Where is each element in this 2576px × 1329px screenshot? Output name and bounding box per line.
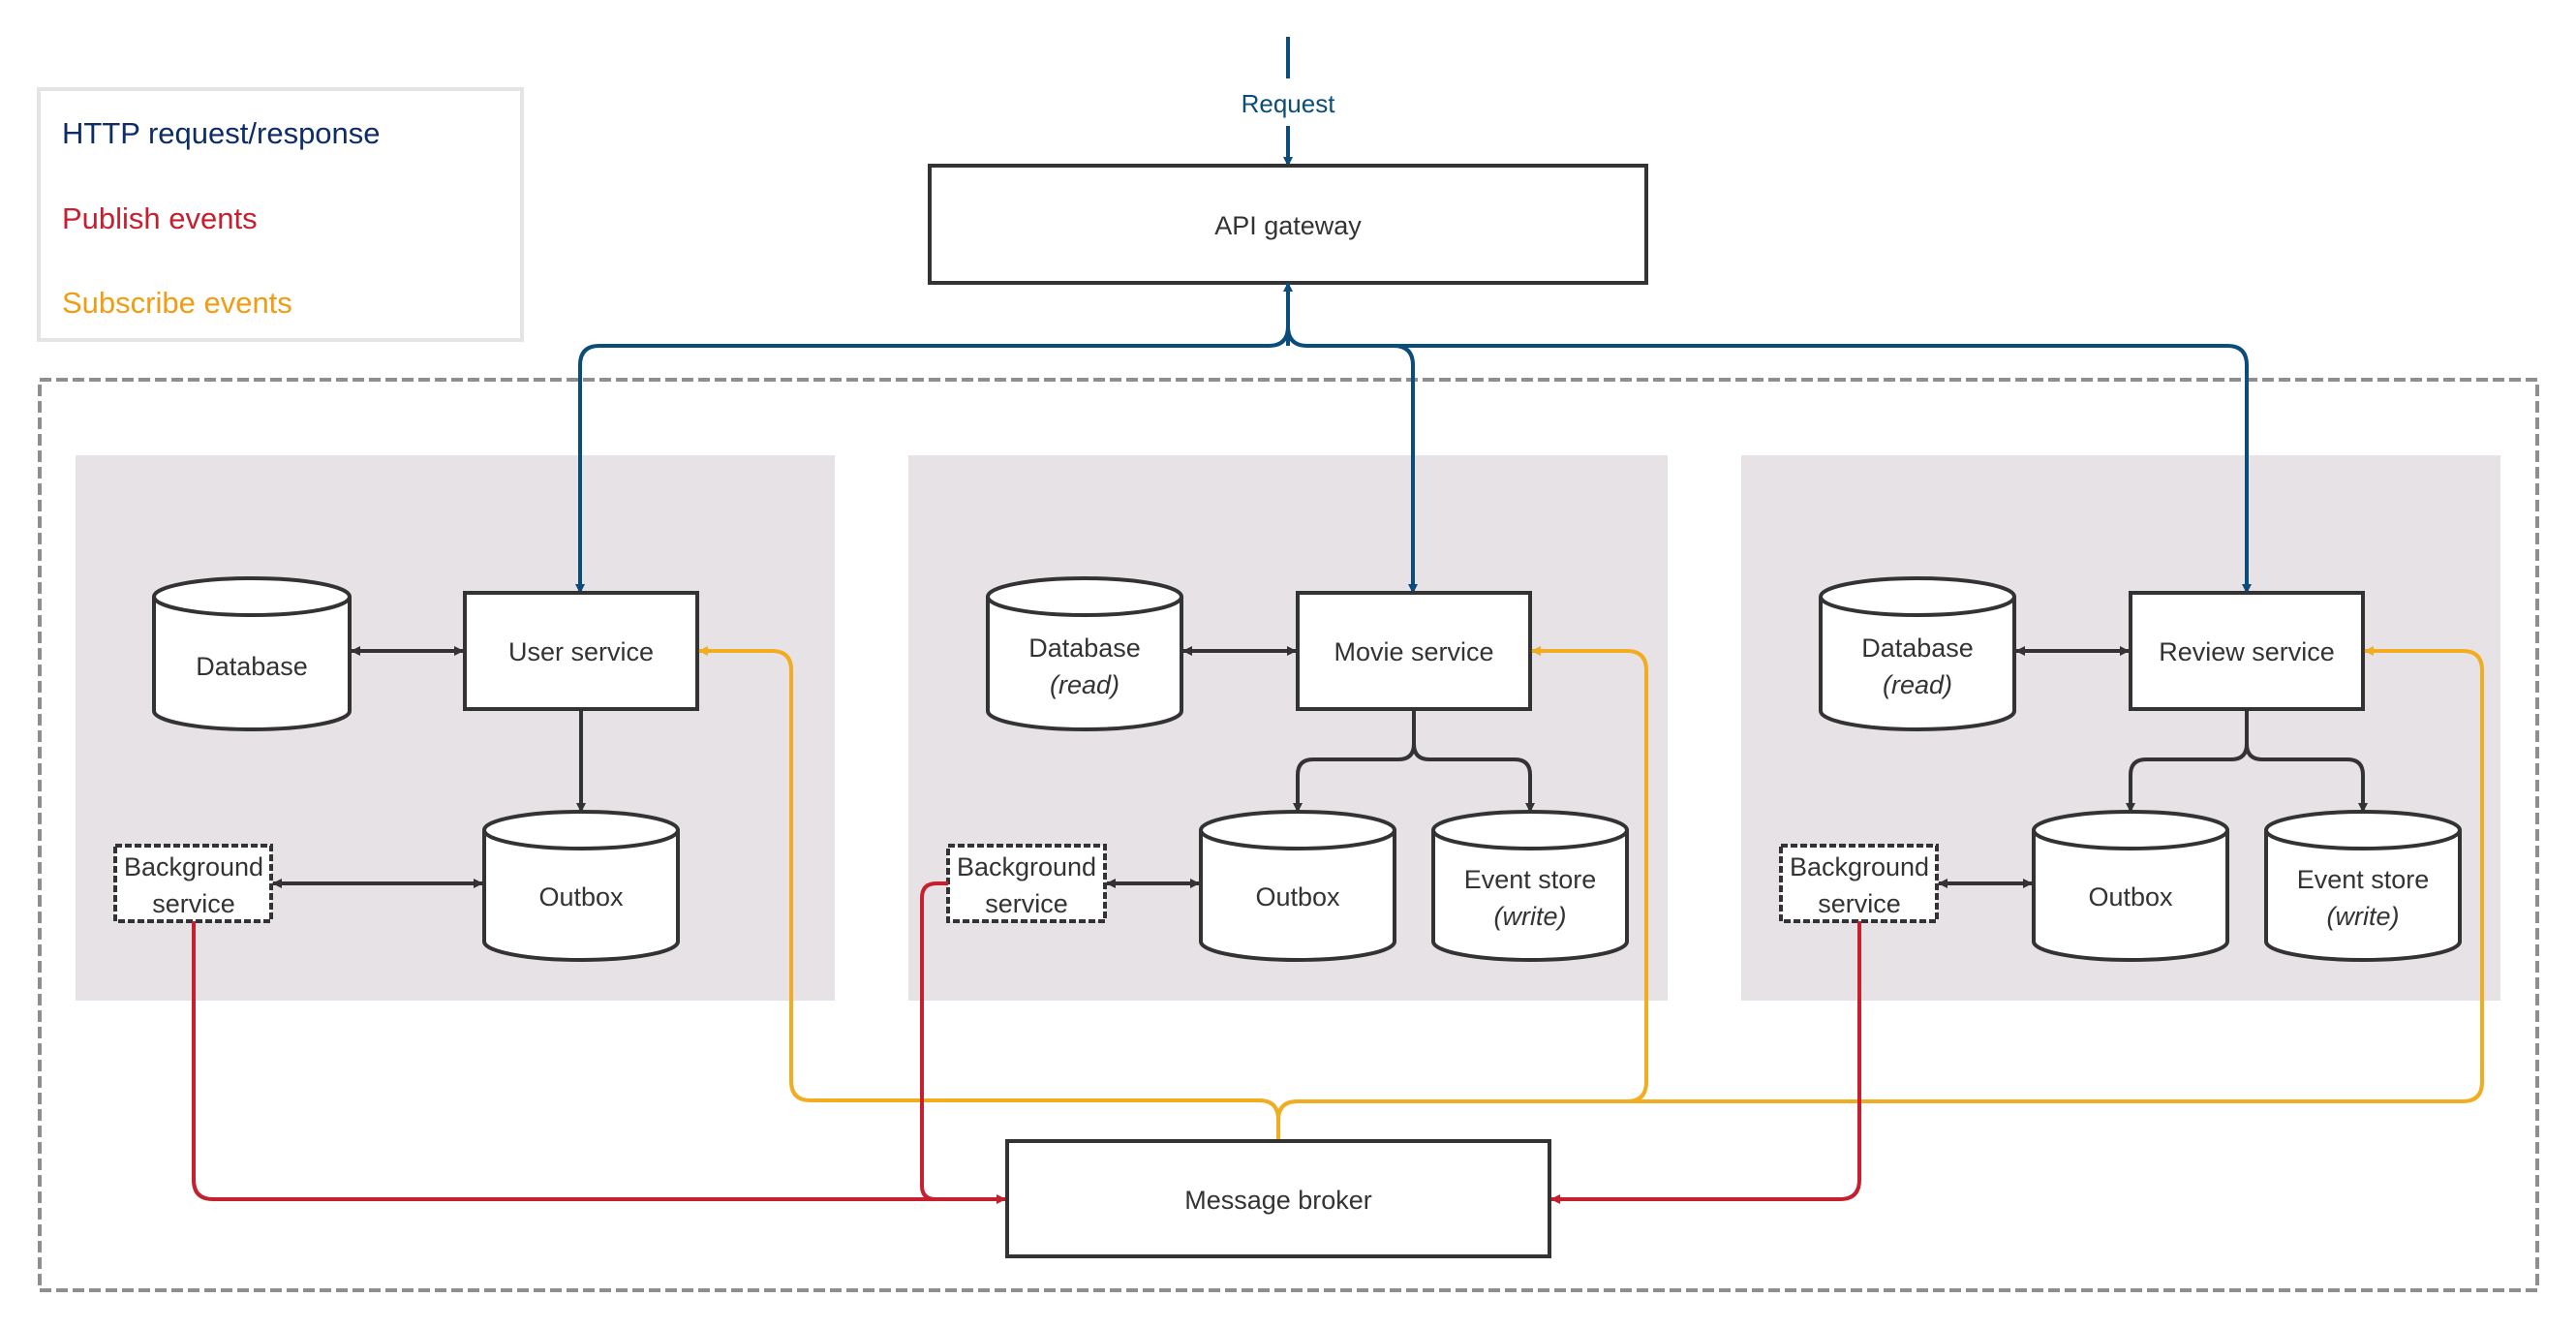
review-event-store-label: Event store <box>2297 865 2430 894</box>
legend: HTTP request/response Publish events Sub… <box>37 87 524 342</box>
movie-background-service[interactable]: Background service <box>946 844 1107 923</box>
user-outbox[interactable]: Outbox <box>482 810 680 962</box>
movie-event-store[interactable]: Event store (write) <box>1431 810 1629 962</box>
review-outbox-label: Outbox <box>2088 882 2173 912</box>
user-database[interactable]: Database <box>152 576 352 731</box>
api-gateway-label: API gateway <box>1214 211 1362 240</box>
review-database-sublabel: (read) <box>1883 670 1952 699</box>
review-outbox[interactable]: Outbox <box>2032 810 2229 962</box>
legend-subscribe: Subscribe events <box>62 286 292 320</box>
movie-event-store-label: Event store <box>1464 865 1597 894</box>
movie-event-store-sublabel: (write) <box>1494 902 1567 931</box>
movie-service[interactable]: Movie service <box>1296 591 1532 711</box>
review-service[interactable]: Review service <box>2129 591 2365 711</box>
review-event-store[interactable]: Event store (write) <box>2264 810 2462 962</box>
movie-background-service-label-2: service <box>985 889 1068 918</box>
movie-service-label: Movie service <box>1334 637 1493 666</box>
movie-database-label: Database <box>1028 634 1141 663</box>
movie-database[interactable]: Database (read) <box>986 576 1183 731</box>
review-background-service[interactable]: Background service <box>1779 844 1939 923</box>
legend-http: HTTP request/response <box>62 116 381 150</box>
movie-outbox-label: Outbox <box>1255 882 1340 912</box>
legend-publish: Publish events <box>62 201 258 235</box>
user-background-service[interactable]: Background service <box>113 844 273 923</box>
user-service-label: User service <box>508 637 654 666</box>
movie-background-service-label-1: Background <box>957 852 1096 881</box>
movie-outbox[interactable]: Outbox <box>1199 810 1396 962</box>
message-broker[interactable]: Message broker <box>1005 1139 1551 1258</box>
user-service[interactable]: User service <box>463 591 699 711</box>
user-outbox-label: Outbox <box>538 882 624 912</box>
movie-database-sublabel: (read) <box>1050 670 1119 699</box>
user-database-label: Database <box>196 652 308 681</box>
message-broker-label: Message broker <box>1184 1186 1372 1215</box>
review-background-service-label-2: service <box>1818 889 1901 918</box>
request-label: Request <box>1242 89 1336 118</box>
user-background-service-label-2: service <box>152 889 235 918</box>
review-background-service-label-1: Background <box>1790 852 1929 881</box>
review-service-label: Review service <box>2159 637 2335 666</box>
review-database-label: Database <box>1861 634 1974 663</box>
user-background-service-label-1: Background <box>124 852 263 881</box>
review-event-store-sublabel: (write) <box>2327 902 2400 931</box>
review-database[interactable]: Database (read) <box>1819 576 2016 731</box>
api-gateway[interactable]: API gateway <box>928 164 1648 285</box>
